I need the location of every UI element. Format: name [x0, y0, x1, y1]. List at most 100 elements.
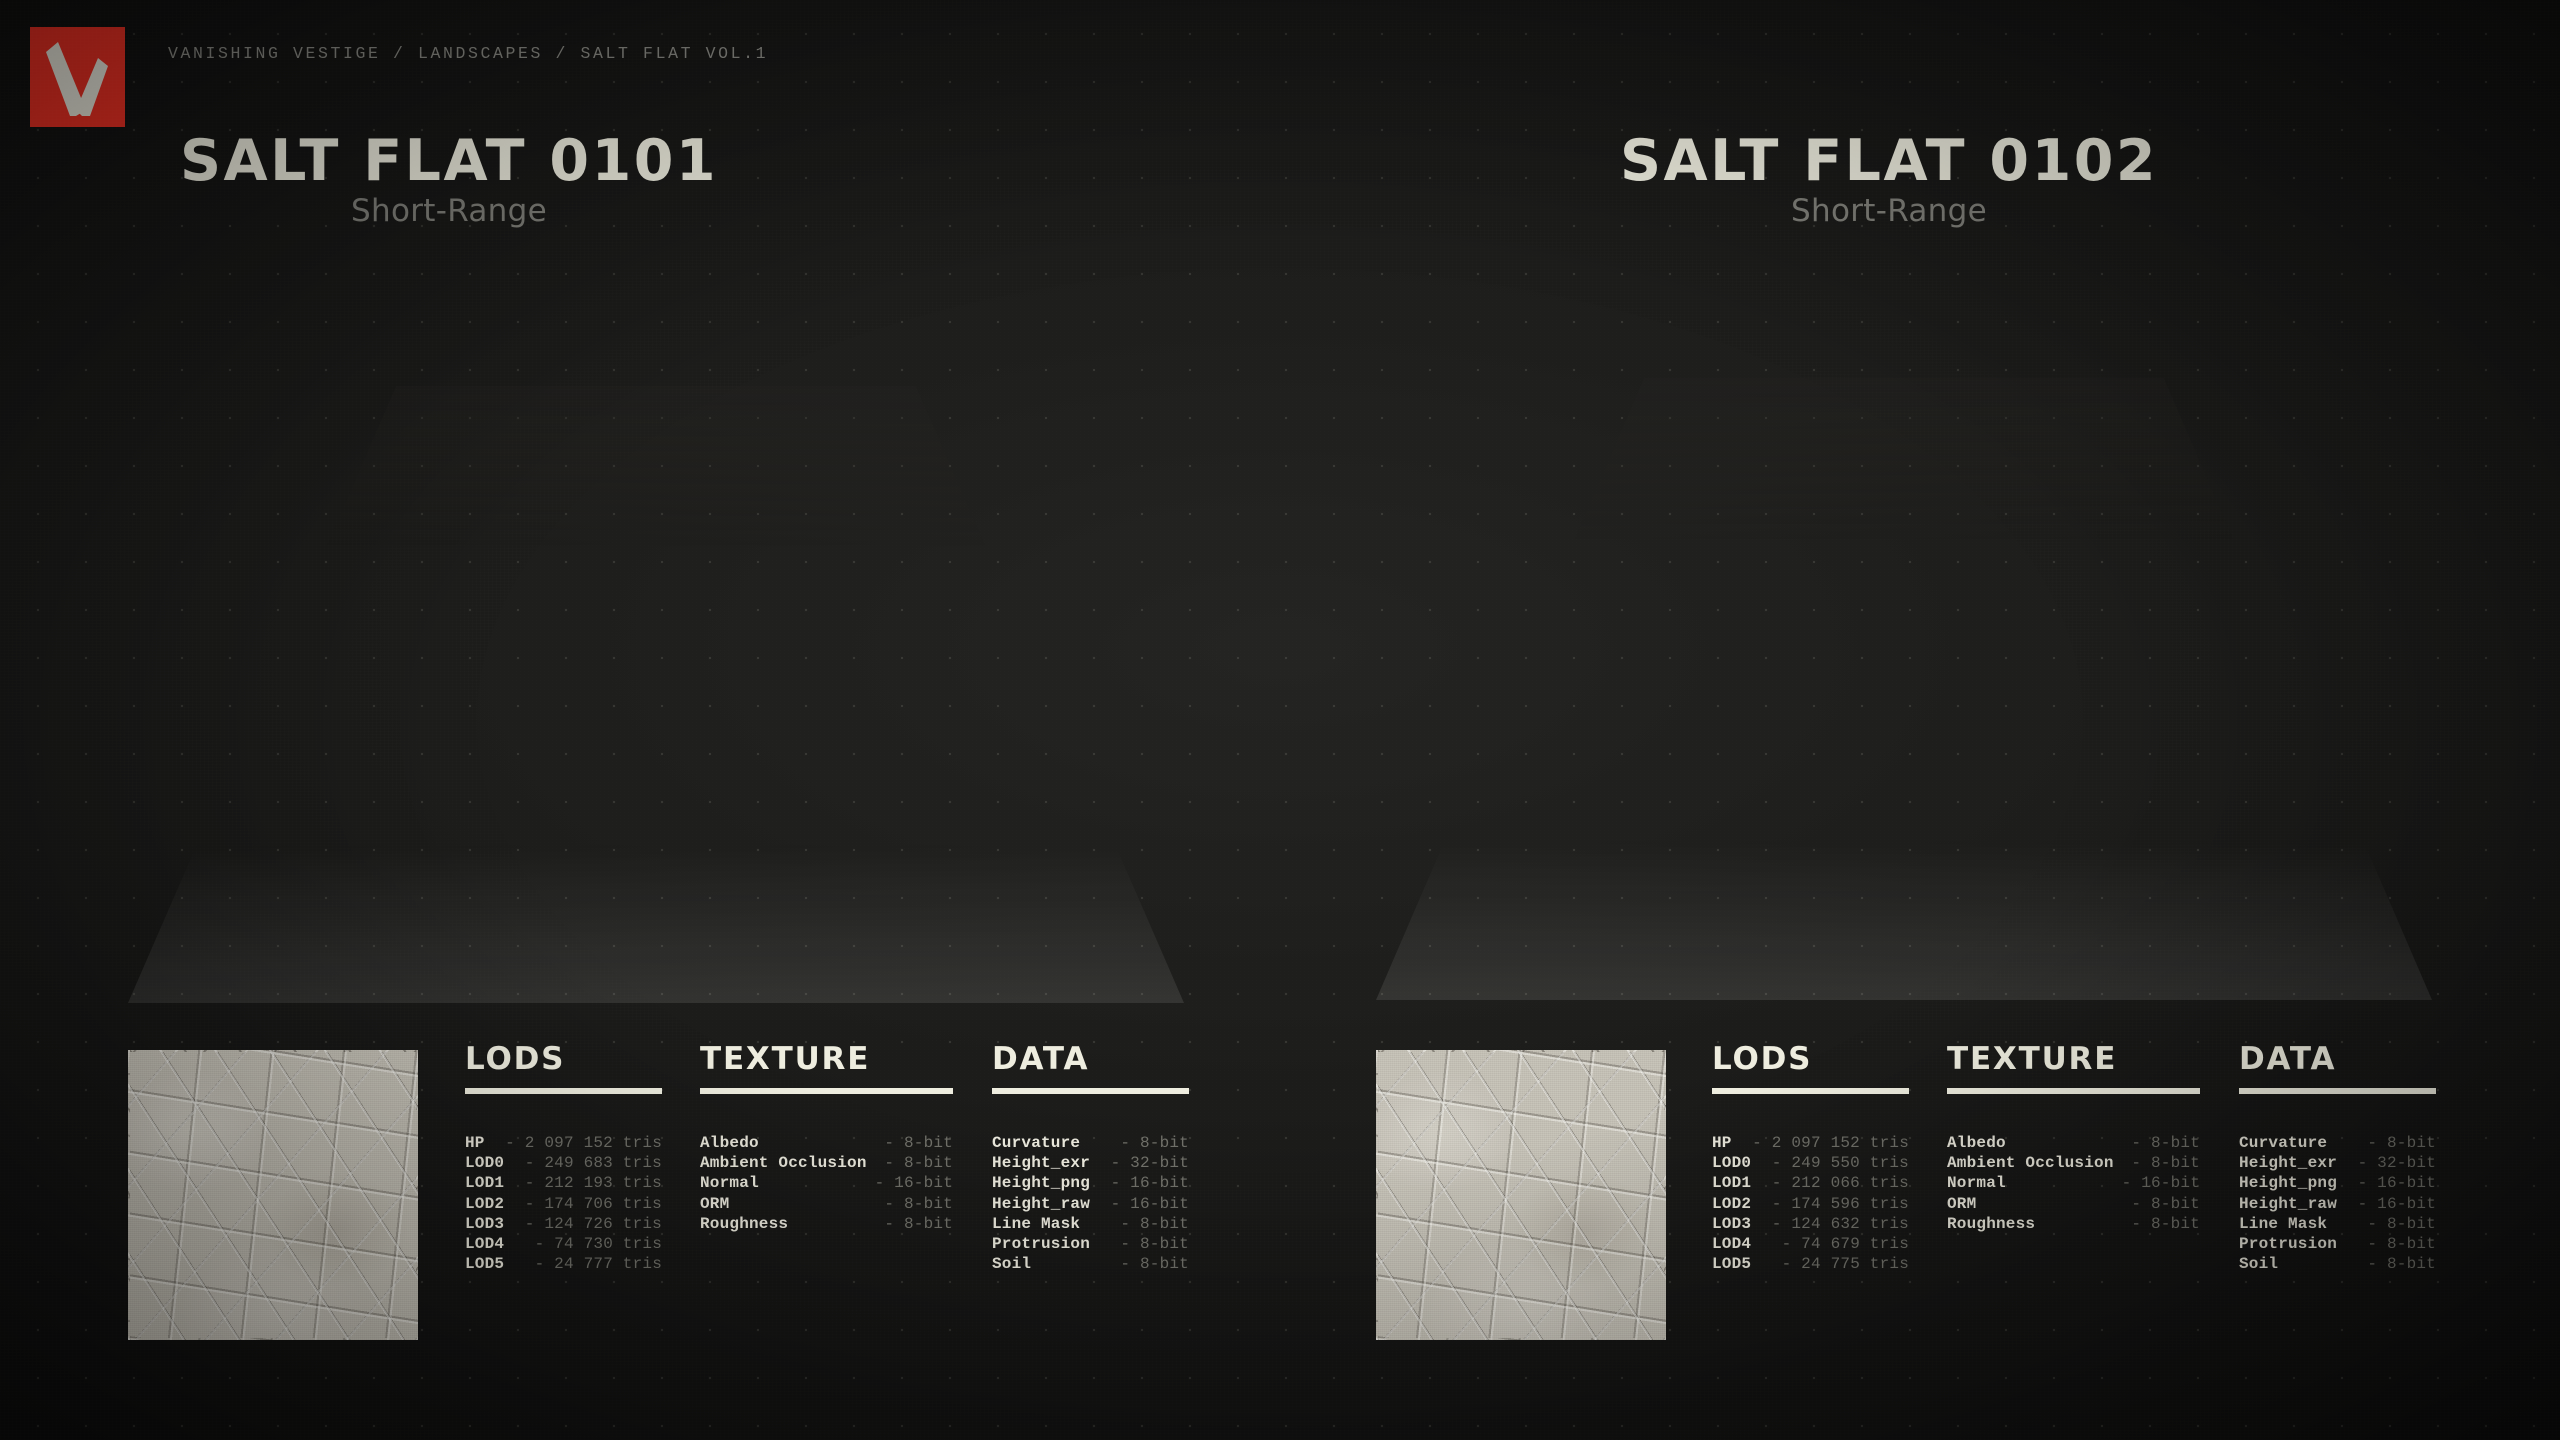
spec-key: Albedo: [700, 1134, 759, 1152]
spec-value: - 24 777 tris: [534, 1255, 662, 1274]
table-row: Height_png - 16-bit: [992, 1173, 1189, 1193]
spec-key: LOD4: [1712, 1235, 1752, 1254]
table-row: Ambient Occlusion - 8-bit: [1947, 1153, 2200, 1173]
spec-heading: TEXTURE: [700, 1041, 871, 1077]
table-row: ORM - 8-bit: [700, 1194, 953, 1214]
spec-column-texture: TEXTURE Albedo - 8-bit Ambient Occlusion -…: [700, 1044, 953, 1234]
asset-sheet-canvas: VANISHING VESTIGE / LANDSCAPES / SALT FL…: [0, 0, 2560, 1440]
table-row: Line Mask - 8-bit: [992, 1214, 1189, 1234]
table-row: Height_exr - 32-bit: [2239, 1153, 2436, 1173]
spec-key: Height_exr: [992, 1154, 1091, 1173]
spec-value: - 8-bit: [884, 1214, 953, 1233]
page-title: SALT FLAT 0101: [179, 128, 719, 194]
spec-value: - 8-bit: [1120, 1134, 1189, 1152]
table-row: LOD2 - 174 596 tris: [1712, 1194, 1909, 1214]
spec-key: HP: [1712, 1134, 1732, 1152]
spec-value: - 8-bit: [1120, 1255, 1189, 1274]
spec-heading: DATA: [992, 1041, 1090, 1077]
table-row: Albedo - 8-bit: [700, 1133, 953, 1153]
table-row: LOD1 - 212 066 tris: [1712, 1173, 1909, 1193]
spec-value: - 8-bit: [2367, 1134, 2436, 1152]
table-row: LOD2 - 174 706 tris: [465, 1194, 662, 1214]
spec-key: Height_raw: [992, 1194, 1091, 1213]
heading-rule: [465, 1088, 662, 1094]
spec-value: - 74 730 tris: [534, 1235, 662, 1254]
spec-value: - 174 706 tris: [524, 1194, 662, 1213]
spec-key: Curvature: [2239, 1134, 2328, 1152]
table-row: Soil - 8-bit: [2239, 1254, 2436, 1274]
spec-key: Roughness: [700, 1214, 789, 1233]
spec-value: - 8-bit: [2131, 1154, 2200, 1173]
spec-key: Ambient Occlusion: [700, 1154, 867, 1173]
spec-value: - 8-bit: [2367, 1214, 2436, 1233]
spec-value: - 8-bit: [1120, 1214, 1189, 1233]
asset-title-block: SALT FLAT 0101 Short-Range: [0, 132, 1280, 229]
spec-key: LOD4: [465, 1235, 505, 1254]
table-row: Protrusion - 8-bit: [992, 1234, 1189, 1254]
table-row: Normal - 16-bit: [700, 1173, 953, 1193]
table-row: Curvature - 8-bit: [992, 1133, 1189, 1153]
heading-rule: [992, 1088, 1189, 1094]
spec-key: Curvature: [992, 1134, 1081, 1152]
spec-value: - 124 632 tris: [1771, 1214, 1909, 1233]
spec-key: LOD2: [465, 1194, 505, 1213]
table-row: LOD4 - 74 679 tris: [1712, 1234, 1909, 1254]
page-title: SALT FLAT 0102: [1619, 128, 2159, 194]
table-row: Height_exr - 32-bit: [992, 1153, 1189, 1173]
heading-rule: [1712, 1088, 1909, 1094]
spec-key: LOD3: [1712, 1214, 1752, 1233]
spec-value: - 8-bit: [2131, 1194, 2200, 1213]
table-row: Roughness - 8-bit: [700, 1214, 953, 1234]
spec-column-data: DATA Curvature - 8-bit Height_exr - 32-bit…: [992, 1044, 1189, 1274]
spec-heading: DATA: [2239, 1041, 2337, 1077]
heading-rule: [2239, 1088, 2436, 1094]
spec-value: - 16-bit: [1110, 1174, 1189, 1193]
spec-key: Ambient Occlusion: [1947, 1154, 2114, 1173]
spec-column-texture: TEXTURE Albedo - 8-bit Ambient Occlusion -…: [1947, 1044, 2200, 1234]
spec-key: LOD1: [465, 1174, 505, 1193]
spec-value: - 124 726 tris: [524, 1214, 662, 1233]
spec-value: - 8-bit: [884, 1194, 953, 1213]
spec-key: Line Mask: [2239, 1214, 2328, 1233]
spec-column-lods: LODS HP - 2 097 152 tris LOD0 - 249 683 tr…: [465, 1044, 662, 1274]
spec-key: Height_png: [992, 1174, 1091, 1193]
spec-value: - 8-bit: [2367, 1235, 2436, 1254]
spec-value: - 212 066 tris: [1771, 1174, 1909, 1193]
asset-subtitle: Short-Range: [351, 193, 547, 230]
spec-value: - 32-bit: [2357, 1154, 2436, 1173]
table-row: Height_png - 16-bit: [2239, 1173, 2436, 1193]
asset-title-block: SALT FLAT 0102 Short-Range: [1280, 132, 2560, 229]
table-row: HP - 2 097 152 tris: [1712, 1133, 1909, 1153]
table-row: Height_raw - 16-bit: [2239, 1194, 2436, 1214]
spec-value: - 16-bit: [2357, 1174, 2436, 1193]
spec-value: - 2 097 152 tris: [505, 1134, 662, 1152]
table-row: LOD3 - 124 726 tris: [465, 1214, 662, 1234]
spec-value: - 8-bit: [1120, 1235, 1189, 1254]
spec-key: LOD5: [1712, 1255, 1752, 1274]
spec-key: Normal: [700, 1174, 759, 1193]
spec-key: Height_raw: [2239, 1194, 2338, 1213]
table-row: LOD5 - 24 775 tris: [1712, 1254, 1909, 1274]
spec-value: - 212 193 tris: [524, 1174, 662, 1193]
spec-column-data: DATA Curvature - 8-bit Height_exr - 32-bit…: [2239, 1044, 2436, 1274]
spec-row-list: HP - 2 097 152 tris LOD0 - 249 550 tris LO…: [1712, 1133, 1909, 1274]
spec-key: ORM: [1947, 1194, 1977, 1213]
table-row: Ambient Occlusion - 8-bit: [700, 1153, 953, 1173]
spec-value: - 32-bit: [1110, 1154, 1189, 1173]
table-row: Protrusion - 8-bit: [2239, 1234, 2436, 1254]
spec-key: LOD0: [465, 1154, 505, 1173]
spec-value: - 74 679 tris: [1781, 1235, 1909, 1254]
spec-value: - 249 550 tris: [1771, 1154, 1909, 1173]
asset-subtitle: Short-Range: [1791, 193, 1987, 230]
table-row: Albedo - 8-bit: [1947, 1133, 2200, 1153]
spec-column-lods: LODS HP - 2 097 152 tris LOD0 - 249 550 tr…: [1712, 1044, 1909, 1274]
spec-value: - 16-bit: [2357, 1194, 2436, 1213]
spec-value: - 24 775 tris: [1781, 1255, 1909, 1274]
heading-rule: [700, 1088, 953, 1094]
table-row: Height_raw - 16-bit: [992, 1194, 1189, 1214]
table-row: Line Mask - 8-bit: [2239, 1214, 2436, 1234]
spec-row-list: Albedo - 8-bit Ambient Occlusion - 8-bit N…: [700, 1133, 953, 1234]
table-row: LOD3 - 124 632 tris: [1712, 1214, 1909, 1234]
spec-tables: LODS HP - 2 097 152 tris LOD0 - 249 683 tr…: [0, 1044, 2560, 1344]
spec-heading: LODS: [1712, 1041, 1813, 1077]
